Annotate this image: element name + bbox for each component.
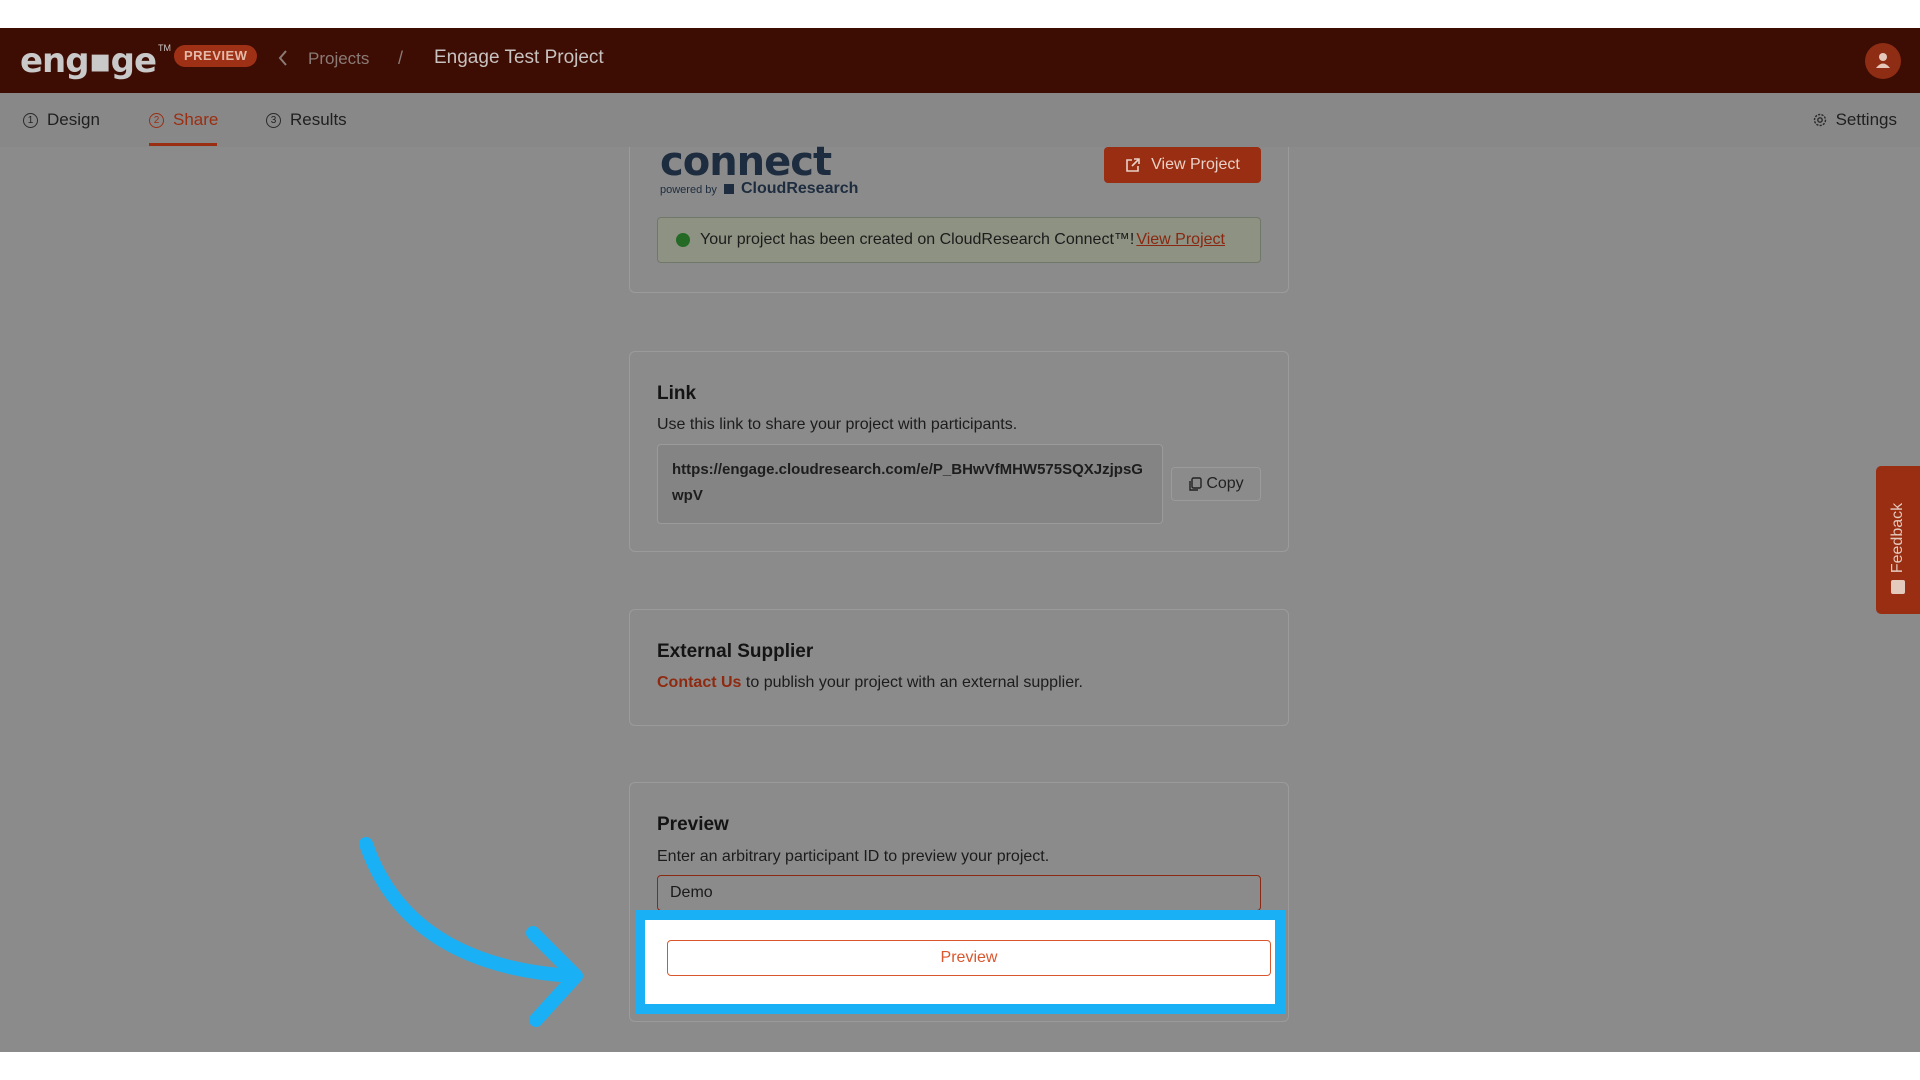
- feedback-icon: [1891, 580, 1905, 594]
- tab-label: Design: [47, 110, 100, 129]
- success-alert: Your project has been created on CloudRe…: [657, 217, 1261, 263]
- step-number-icon: 2: [149, 112, 164, 128]
- copy-button[interactable]: Copy: [1171, 467, 1261, 501]
- chevron-left-icon[interactable]: [276, 46, 290, 70]
- preview-card-description: Enter an arbitrary participant ID to pre…: [657, 848, 1050, 865]
- tab-bar: 1 Design 2 Share 3 Results Settings: [0, 93, 1920, 147]
- connect-card: connect powered by CloudResearch View Pr…: [629, 142, 1289, 293]
- tab-share[interactable]: 2 Share: [149, 93, 218, 147]
- settings-button[interactable]: Settings: [1812, 93, 1897, 147]
- logo-text: eng▪ge: [20, 41, 157, 81]
- breadcrumb-projects[interactable]: Projects: [308, 49, 369, 69]
- success-view-project-link[interactable]: View Project: [1136, 231, 1225, 249]
- pointer-arrow-icon: [359, 837, 583, 1027]
- link-card-title: Link: [657, 383, 697, 404]
- preview-badge: PREVIEW: [174, 45, 258, 67]
- tab-label: Results: [290, 110, 347, 129]
- cloudresearch-grid-icon: [723, 184, 734, 194]
- external-supplier-card: External Supplier Contact Us to publish …: [629, 609, 1289, 726]
- engage-logo[interactable]: eng▪ge TM: [20, 41, 171, 81]
- contact-us-link[interactable]: Contact Us: [657, 674, 741, 691]
- external-link-icon: [1126, 158, 1140, 172]
- powered-by-text: powered by: [660, 184, 717, 196]
- external-supplier-text: to publish your project with an external…: [741, 674, 1083, 691]
- gear-icon: [1813, 113, 1826, 127]
- active-tab-indicator: [149, 143, 217, 146]
- link-card: Link Use this link to share your project…: [629, 351, 1289, 552]
- step-number-icon: 3: [266, 112, 281, 128]
- tab-results[interactable]: 3 Results: [266, 93, 347, 147]
- user-icon: [1876, 53, 1890, 68]
- top-bar: eng▪ge TM PREVIEW Projects / Engage Test…: [0, 28, 1920, 93]
- view-project-button[interactable]: View Project: [1104, 147, 1261, 183]
- connect-logo-word: connect: [660, 139, 832, 185]
- step-number-icon: 1: [23, 112, 38, 128]
- share-url-field[interactable]: https://engage.cloudresearch.com/e/P_BHw…: [657, 444, 1163, 524]
- copy-label: Copy: [1206, 475, 1244, 492]
- avatar[interactable]: [1865, 43, 1901, 79]
- connect-logo: connect powered by CloudResearch: [660, 142, 858, 198]
- external-supplier-title: External Supplier: [657, 641, 814, 662]
- preview-card-title: Preview: [657, 814, 729, 835]
- preview-button[interactable]: Preview: [667, 940, 1271, 976]
- feedback-label: Feedback: [1889, 502, 1906, 574]
- feedback-tab[interactable]: Feedback: [1876, 466, 1920, 614]
- view-project-label: View Project: [1151, 156, 1240, 173]
- highlight-inner: Preview: [645, 920, 1275, 1004]
- check-circle-icon: [676, 233, 690, 247]
- copy-icon: [1189, 477, 1203, 491]
- link-card-description: Use this link to share your project with…: [657, 416, 1018, 433]
- logo-trademark: TM: [158, 43, 172, 53]
- page-title: Engage Test Project: [434, 47, 604, 68]
- tab-design[interactable]: 1 Design: [23, 93, 100, 147]
- tab-label: Share: [173, 110, 219, 129]
- settings-label: Settings: [1835, 110, 1897, 129]
- cloudresearch-brand: CloudResearch: [741, 180, 859, 197]
- app-window: eng▪ge TM PREVIEW Projects / Engage Test…: [0, 28, 1920, 1052]
- success-message: Your project has been created on CloudRe…: [700, 231, 1135, 248]
- participant-id-input[interactable]: Demo: [657, 875, 1261, 911]
- connect-logo-subtitle: powered by CloudResearch: [660, 180, 858, 198]
- breadcrumb-separator: /: [398, 48, 404, 68]
- external-supplier-description: Contact Us to publish your project with …: [657, 674, 1083, 692]
- highlight-box: Preview: [635, 910, 1285, 1014]
